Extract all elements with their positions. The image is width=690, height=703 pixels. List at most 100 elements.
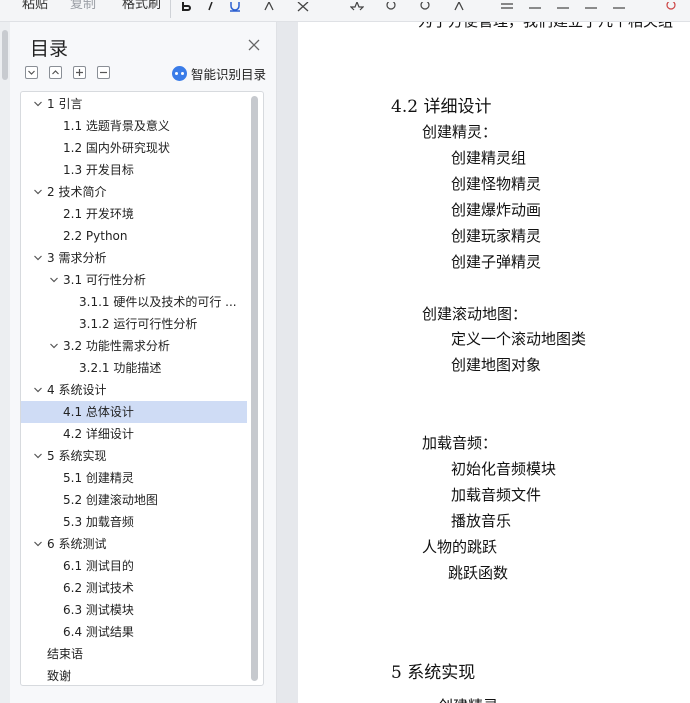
toc-item[interactable]: 3.1.2 运行可行性分析 [21, 313, 247, 335]
align-center-icon[interactable] [528, 2, 542, 12]
toc-list[interactable]: 1 引言 1.1 选题背景及意义 1.2 国内外研究现状 1.3 开发目标 2 技术简介… [20, 91, 264, 686]
doc-line: 为了方便管理，我们建立了几个相关组 [418, 22, 673, 31]
doc-line: 创建精灵组 [451, 149, 527, 167]
font-size-icon[interactable] [262, 2, 276, 12]
toc-item-label: 3 需求分析 [47, 251, 107, 265]
close-icon[interactable] [247, 38, 261, 52]
distribute-icon[interactable] [612, 2, 626, 12]
toc-panel: 目录 智能识别目录 1 引言 1.1 选题背景及意义 1.2 国内外研究现状 1.3 … [10, 22, 277, 703]
toc-item[interactable]: 1 引言 [21, 93, 247, 115]
doc-line: 加载音频： [422, 434, 498, 452]
toc-item-label: 2.2 Python [63, 229, 128, 243]
add-entry-button[interactable] [73, 66, 86, 79]
toc-item[interactable]: 结束语 [21, 643, 247, 665]
toc-item[interactable]: 6.4 测试结果 [21, 621, 247, 643]
toc-item-label: 5.1 创建精灵 [63, 471, 134, 485]
document-page[interactable]: 为了方便管理，我们建立了几个相关组 4.2 详细设计 创建精灵： 创建精灵组 创… [298, 22, 690, 703]
toc-item[interactable]: 3.2 功能性需求分析 [21, 335, 247, 357]
toc-item-label: 5 系统实现 [47, 449, 107, 463]
doc-line: 创建子弹精灵 [451, 253, 542, 271]
doc-line: 创建精灵： [422, 123, 498, 141]
paste-button[interactable]: 粘贴 [22, 0, 48, 12]
toc-item[interactable]: 3.1.1 硬件以及技术的可行 ... [21, 291, 247, 313]
doc-line: 定义一个滚动地图类 [451, 330, 587, 348]
doc-line: 跳跃函数 [448, 564, 509, 582]
italic-icon[interactable] [204, 2, 218, 12]
chevron-down-icon[interactable] [49, 342, 59, 350]
toc-item-label: 3.1 可行性分析 [63, 273, 146, 287]
toc-item-label: 结束语 [47, 647, 84, 661]
toc-item[interactable]: 5.2 创建滚动地图 [21, 489, 247, 511]
toc-item[interactable]: 6.1 测试目的 [21, 555, 247, 577]
toc-item-label: 3.2.1 功能描述 [79, 361, 162, 375]
shading-icon[interactable] [418, 2, 432, 12]
toc-item-label: 5.2 创建滚动地图 [63, 493, 158, 507]
copy-button[interactable]: 复制 [70, 0, 96, 12]
doc-line: 创建地图对象 [451, 356, 542, 374]
minus-icon [100, 71, 107, 74]
toc-item[interactable]: 5.1 创建精灵 [21, 467, 247, 489]
doc-line: 初始化音频模块 [451, 460, 557, 478]
bold-icon[interactable] [180, 2, 194, 12]
remove-entry-button[interactable] [97, 66, 110, 79]
text-effect-icon[interactable] [452, 2, 466, 12]
chevron-down-icon [28, 70, 35, 75]
toc-item[interactable]: 2.1 开发环境 [21, 203, 247, 225]
toc-item-label: 2 技术简介 [47, 185, 107, 199]
toc-item[interactable]: 2 技术简介 [21, 181, 247, 203]
toc-item[interactable]: 1.2 国内外研究现状 [21, 137, 247, 159]
toc-item-label: 4.2 详细设计 [63, 427, 134, 441]
doc-line: 人物的跳跃 [422, 538, 498, 556]
nav-strip-handle[interactable] [2, 30, 8, 80]
chevron-down-icon[interactable] [33, 386, 43, 394]
chevron-down-icon[interactable] [33, 452, 43, 460]
toc-item[interactable]: 6.2 测试技术 [21, 577, 247, 599]
toc-scrollbar-thumb[interactable] [251, 96, 258, 681]
toc-item-label: 1.2 国内外研究现状 [63, 141, 170, 155]
style-icon[interactable] [664, 2, 678, 12]
chevron-down-icon[interactable] [49, 276, 59, 284]
toc-item[interactable]: 5.3 加载音频 [21, 511, 247, 533]
toc-item-label: 6.2 测试技术 [63, 581, 134, 595]
doc-line: 创建滚动地图： [422, 305, 528, 323]
toc-item[interactable]: 5 系统实现 [21, 445, 247, 467]
align-right-icon[interactable] [556, 2, 570, 12]
expand-down-button[interactable] [25, 66, 38, 79]
toc-item[interactable]: 3.2.1 功能描述 [21, 357, 247, 379]
doc-line: 创建精灵 [438, 695, 498, 703]
format-painter-button[interactable]: 格式刷 [122, 0, 161, 12]
doc-line: 播放音乐 [451, 512, 512, 530]
toc-item[interactable]: 3.1 可行性分析 [21, 269, 247, 291]
collapse-up-button[interactable] [49, 66, 62, 79]
nav-strip [0, 22, 10, 703]
toc-item[interactable]: 1.1 选题背景及意义 [21, 115, 247, 137]
toc-item[interactable]: 6.3 测试模块 [21, 599, 247, 621]
chevron-down-icon[interactable] [33, 540, 43, 548]
chevron-down-icon[interactable] [33, 254, 43, 262]
toc-item[interactable]: 4.2 详细设计 [21, 423, 247, 445]
font-color-icon[interactable] [384, 2, 398, 12]
justify-icon[interactable] [584, 2, 598, 12]
align-left-icon[interactable] [500, 2, 514, 12]
toc-item-label: 6.1 测试目的 [63, 559, 134, 573]
plus-icon [76, 69, 83, 76]
chevron-down-icon[interactable] [33, 188, 43, 196]
toc-item[interactable]: 1.3 开发目标 [21, 159, 247, 181]
chevron-down-icon[interactable] [33, 100, 43, 108]
clear-format-icon[interactable] [296, 2, 310, 12]
toc-item-label: 3.1.1 硬件以及技术的可行 ... [79, 295, 237, 309]
toc-item-label: 6.4 测试结果 [63, 625, 134, 639]
toc-item-label: 1.3 开发目标 [63, 163, 134, 177]
toc-item[interactable]: 致谢 [21, 665, 247, 685]
doc-line: 加载音频文件 [451, 486, 542, 504]
toc-item[interactable]: 4 系统设计 [21, 379, 247, 401]
toc-item[interactable]: 2.2 Python [21, 225, 247, 247]
toc-scrollbar[interactable] [248, 94, 260, 683]
toc-item[interactable]: 6 系统测试 [21, 533, 247, 555]
toc-item[interactable]: 3 需求分析 [21, 247, 247, 269]
smart-toc-button[interactable]: 智能识别目录 [172, 64, 266, 82]
highlight-icon[interactable] [350, 2, 364, 12]
toc-item[interactable]: 4.1 总体设计 [21, 401, 247, 423]
panel-title: 目录 [30, 38, 69, 60]
underline-icon[interactable] [228, 2, 242, 12]
